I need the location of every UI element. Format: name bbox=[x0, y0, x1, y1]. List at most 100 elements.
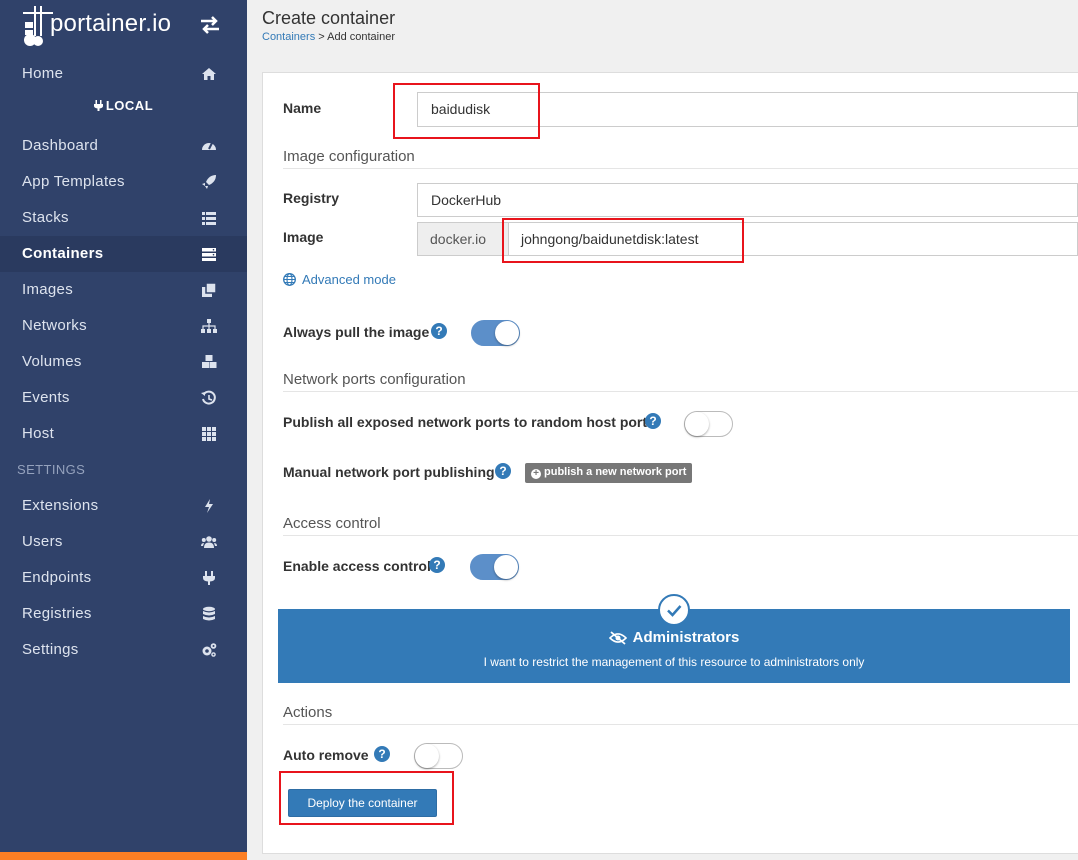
sidebar-item-containers[interactable]: Containers bbox=[0, 236, 247, 272]
help-icon[interactable]: ? bbox=[495, 463, 511, 479]
enable-access-label: Enable access control bbox=[283, 558, 431, 574]
image-label: Image bbox=[283, 229, 324, 245]
always-pull-toggle[interactable] bbox=[471, 320, 520, 346]
sidebar-item-label: Home bbox=[22, 65, 64, 82]
rocket-icon bbox=[202, 175, 216, 189]
publish-new-port-label: publish a new network port bbox=[544, 466, 687, 478]
database-icon bbox=[203, 606, 215, 621]
breadcrumb: Containers > Add container bbox=[262, 31, 395, 43]
th-list-icon bbox=[202, 212, 216, 225]
tachometer-icon bbox=[202, 142, 216, 150]
clone-icon bbox=[202, 282, 217, 297]
manual-publish-label: Manual network port publishing bbox=[283, 464, 495, 480]
breadcrumb-link-containers[interactable]: Containers bbox=[262, 31, 315, 43]
auto-remove-label: Auto remove bbox=[283, 747, 369, 763]
sidebar-item-label: Registries bbox=[22, 605, 92, 622]
bolt-icon bbox=[205, 499, 213, 513]
server-icon bbox=[202, 248, 216, 261]
sidebar-item-dashboard[interactable]: Dashboard bbox=[0, 128, 247, 164]
image-registry-prefix: docker.io bbox=[417, 222, 508, 256]
sidebar-item-networks[interactable]: Networks bbox=[0, 308, 247, 344]
toggle-sidebar-icon[interactable] bbox=[199, 16, 221, 34]
cubes-icon bbox=[202, 355, 217, 368]
sidebar-item-home[interactable]: Home bbox=[0, 56, 247, 92]
image-input[interactable]: johngong/baidunetdisk:latest bbox=[508, 222, 1078, 256]
sidebar-item-endpoints[interactable]: Endpoints bbox=[0, 560, 247, 596]
sidebar-item-label: Host bbox=[22, 425, 55, 442]
help-icon[interactable]: ? bbox=[431, 323, 447, 339]
publish-all-label: Publish all exposed network ports to ran… bbox=[283, 414, 655, 430]
sidebar-item-events[interactable]: Events bbox=[0, 380, 247, 416]
sidebar-item-label: App Templates bbox=[22, 173, 125, 190]
sidebar-item-label: Dashboard bbox=[22, 137, 99, 154]
image-configuration-title: Image configuration bbox=[283, 148, 1078, 169]
network-ports-title: Network ports configuration bbox=[283, 371, 1078, 392]
check-circle-icon bbox=[658, 594, 690, 626]
sidebar-item-label: Networks bbox=[22, 317, 87, 334]
actions-title: Actions bbox=[283, 704, 1078, 725]
sidebar-item-label: Users bbox=[22, 533, 63, 550]
administrators-title: Administrators bbox=[278, 629, 1070, 646]
deploy-container-button[interactable]: Deploy the container bbox=[288, 789, 437, 817]
sidebar-item-extensions[interactable]: Extensions bbox=[0, 488, 247, 524]
brand: portainer.io bbox=[0, 0, 247, 52]
sitemap-icon bbox=[201, 319, 217, 333]
home-icon bbox=[202, 68, 216, 80]
help-icon[interactable]: ? bbox=[429, 557, 445, 573]
auto-remove-toggle[interactable] bbox=[414, 743, 463, 769]
sidebar: portainer.io Home LOCAL Dashboard App Te… bbox=[0, 0, 247, 860]
enable-access-toggle[interactable] bbox=[470, 554, 519, 580]
sidebar-item-volumes[interactable]: Volumes bbox=[0, 344, 247, 380]
advanced-mode-link[interactable]: Advanced mode bbox=[283, 272, 396, 287]
endpoint-label: LOCAL bbox=[105, 98, 154, 113]
plug-icon bbox=[93, 100, 103, 111]
sidebar-item-settings[interactable]: Settings bbox=[0, 632, 247, 668]
sidebar-item-registries[interactable]: Registries bbox=[0, 596, 247, 632]
sidebar-item-label: Containers bbox=[22, 245, 104, 262]
sidebar-item-label: Extensions bbox=[22, 497, 99, 514]
sidebar-item-host[interactable]: Host bbox=[0, 416, 247, 452]
settings-section-title: SETTINGS bbox=[17, 462, 86, 477]
sidebar-item-stacks[interactable]: Stacks bbox=[0, 200, 247, 236]
toggle-knob bbox=[495, 321, 519, 345]
breadcrumb-current: Add container bbox=[327, 31, 396, 43]
toggle-knob bbox=[415, 744, 439, 768]
sidebar-item-label: Settings bbox=[22, 641, 79, 658]
sidebar-item-label: Images bbox=[22, 281, 73, 298]
endpoint-name: LOCAL bbox=[0, 98, 247, 113]
brand-name: portainer.io bbox=[50, 10, 172, 37]
sidebar-item-label: Volumes bbox=[22, 353, 82, 370]
history-icon bbox=[201, 390, 216, 405]
sidebar-item-label: Endpoints bbox=[22, 569, 92, 586]
toggle-knob bbox=[494, 555, 518, 579]
always-pull-label: Always pull the image bbox=[283, 324, 430, 340]
help-icon[interactable]: ? bbox=[645, 413, 661, 429]
publish-all-toggle[interactable] bbox=[684, 411, 733, 437]
sidebar-item-label: Stacks bbox=[22, 209, 69, 226]
toggle-knob bbox=[685, 412, 709, 436]
users-icon bbox=[201, 536, 217, 548]
plus-circle-icon: + bbox=[531, 469, 541, 479]
administrators-label: Administrators bbox=[632, 629, 740, 646]
page-header: Create container Containers > Add contai… bbox=[247, 0, 1078, 52]
eye-slash-icon bbox=[608, 631, 627, 645]
help-icon[interactable]: ? bbox=[374, 746, 390, 762]
publish-new-port-button[interactable]: + publish a new network port bbox=[525, 463, 693, 483]
name-input[interactable]: baidudisk bbox=[417, 92, 1078, 127]
globe-icon bbox=[283, 273, 296, 286]
cogs-icon bbox=[202, 643, 217, 657]
sidebar-item-app-templates[interactable]: App Templates bbox=[0, 164, 247, 200]
name-label: Name bbox=[283, 100, 322, 116]
access-control-title: Access control bbox=[283, 515, 1078, 536]
sidebar-bottom-bar bbox=[0, 852, 247, 860]
page-title: Create container bbox=[262, 8, 396, 28]
sidebar-item-label: Events bbox=[22, 389, 70, 406]
th-icon bbox=[202, 427, 216, 441]
sidebar-item-users[interactable]: Users bbox=[0, 524, 247, 560]
administrators-description: I want to restrict the management of thi… bbox=[483, 655, 865, 669]
breadcrumb-separator: > bbox=[315, 31, 328, 43]
advanced-mode-label: Advanced mode bbox=[302, 272, 396, 287]
registry-label: Registry bbox=[283, 190, 340, 206]
registry-select[interactable]: DockerHub bbox=[417, 183, 1078, 217]
sidebar-item-images[interactable]: Images bbox=[0, 272, 247, 308]
